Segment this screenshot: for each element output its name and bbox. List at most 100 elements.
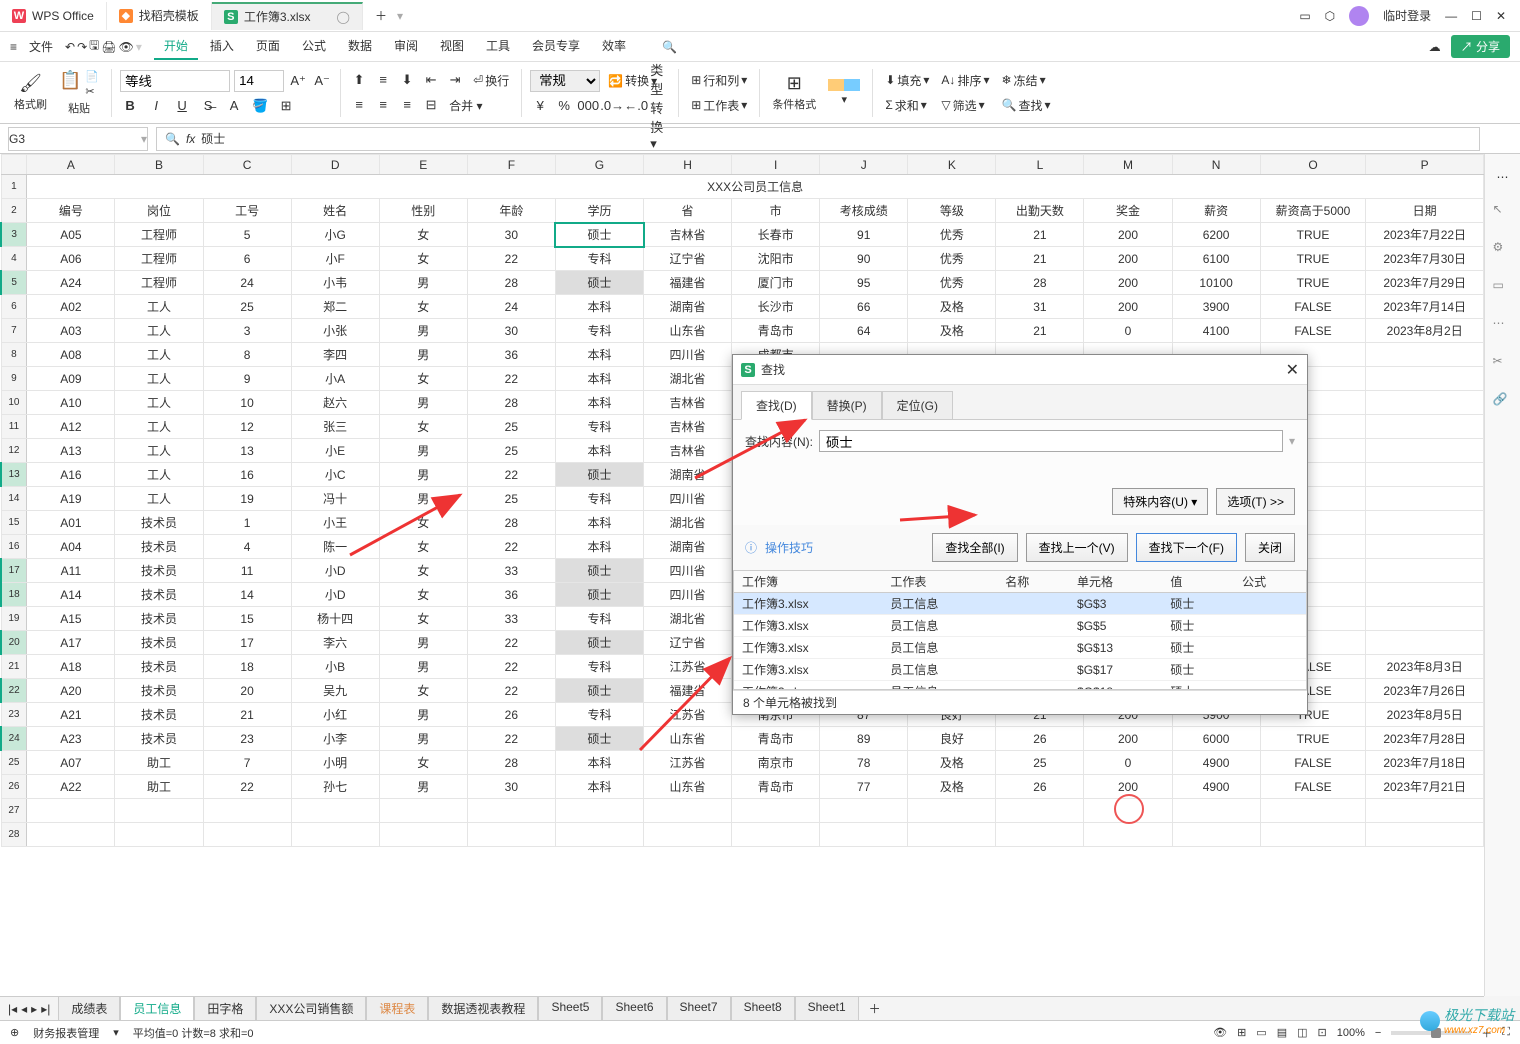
cell[interactable]: 9 (203, 367, 291, 391)
cell[interactable]: 赵六 (291, 391, 379, 415)
increase-font-icon[interactable]: A⁺ (288, 71, 308, 91)
cell[interactable]: 技术员 (115, 583, 203, 607)
cell[interactable]: 四川省 (644, 583, 732, 607)
cell[interactable]: 小F (291, 247, 379, 271)
cell[interactable]: 及格 (908, 295, 996, 319)
cell[interactable]: 小B (291, 655, 379, 679)
cell[interactable]: 本科 (555, 367, 643, 391)
cell[interactable]: 男 (379, 487, 467, 511)
dec-dec[interactable]: ←.0 (626, 96, 646, 116)
save-icon[interactable]: 🖫 (89, 36, 99, 57)
menu-审阅[interactable]: 审阅 (384, 33, 428, 60)
cell[interactable]: 工人 (115, 463, 203, 487)
cell[interactable]: 辽宁省 (644, 247, 732, 271)
cell[interactable]: 本科 (555, 751, 643, 775)
sheet-tab-课程表[interactable]: 课程表 (366, 996, 428, 1021)
cell[interactable]: A10 (27, 391, 115, 415)
cell[interactable]: 小王 (291, 511, 379, 535)
cell[interactable]: 男 (379, 271, 467, 295)
cursor-icon[interactable]: ↖ (1493, 202, 1513, 222)
cell[interactable]: 优秀 (908, 223, 996, 247)
cell[interactable]: 5 (203, 223, 291, 247)
row-header[interactable]: 9 (1, 367, 27, 391)
sheet-tab-Sheet1[interactable]: Sheet1 (795, 996, 859, 1021)
percent-icon[interactable]: % (554, 96, 574, 116)
app-tab[interactable]: WWPS Office (0, 2, 107, 30)
cell[interactable]: 及格 (908, 775, 996, 799)
cell[interactable]: 南京市 (732, 751, 820, 775)
cell[interactable]: 江苏省 (644, 751, 732, 775)
result-header[interactable]: 名称 (997, 571, 1069, 593)
cell[interactable]: 95 (820, 271, 908, 295)
decrease-font-icon[interactable]: A⁻ (312, 71, 332, 91)
cell[interactable]: 技术员 (115, 535, 203, 559)
dialog-tab-1[interactable]: 替换(P) (812, 391, 882, 420)
file-tab[interactable]: S工作簿3.xlsx◯ (212, 2, 363, 30)
row-header[interactable]: 13 (1, 463, 27, 487)
freeze-button[interactable]: ❄ 冻结 ▾ (997, 70, 1054, 91)
cell[interactable]: 本科 (555, 391, 643, 415)
cell[interactable]: 工程师 (115, 271, 203, 295)
cell[interactable]: A03 (27, 319, 115, 343)
sheet-tab-Sheet8[interactable]: Sheet8 (731, 996, 795, 1021)
cell[interactable]: 辽宁省 (644, 631, 732, 655)
layout-icon[interactable]: ▭ (1493, 278, 1513, 298)
cell[interactable]: 郑二 (291, 295, 379, 319)
row-header[interactable]: 28 (1, 823, 27, 847)
cell[interactable]: 厦门市 (732, 271, 820, 295)
cell[interactable]: 山东省 (644, 319, 732, 343)
cell[interactable]: 24 (467, 295, 555, 319)
cell[interactable]: 21 (996, 247, 1084, 271)
view-read-icon[interactable]: ◫ (1297, 1026, 1307, 1039)
cell[interactable]: 33 (467, 559, 555, 583)
cell[interactable]: 四川省 (644, 343, 732, 367)
cell[interactable]: 女 (379, 535, 467, 559)
border-button[interactable]: ⊞ (276, 96, 296, 116)
cell[interactable]: 2023年7月22日 (1366, 223, 1484, 247)
cell[interactable]: 女 (379, 223, 467, 247)
row-header[interactable]: 12 (1, 439, 27, 463)
cell[interactable]: 男 (379, 727, 467, 751)
col-header[interactable]: P (1366, 155, 1484, 175)
add-sheet-icon[interactable]: ＋ (859, 1000, 891, 1017)
cell[interactable]: 2023年7月29日 (1366, 271, 1484, 295)
cell[interactable]: 21 (996, 223, 1084, 247)
cell[interactable]: 本科 (555, 535, 643, 559)
filter-button[interactable]: ▽ 筛选 ▾ (937, 95, 993, 116)
cell[interactable]: 及格 (908, 319, 996, 343)
font-select[interactable] (120, 70, 230, 92)
cell[interactable]: 10100 (1172, 271, 1260, 295)
font-size-select[interactable] (234, 70, 284, 92)
row-header[interactable]: 21 (1, 655, 27, 679)
next-sheet-icon[interactable]: ▸ (31, 1002, 37, 1016)
header-cell[interactable]: 姓名 (291, 199, 379, 223)
sort-button[interactable]: A↓ 排序 ▾ (937, 70, 993, 91)
cell[interactable]: 3 (203, 319, 291, 343)
comma-icon[interactable]: 000 (578, 96, 598, 116)
cell[interactable]: 22 (467, 535, 555, 559)
menu-hamburger[interactable]: ≡ (10, 40, 17, 54)
cell[interactable]: 0 (1084, 319, 1172, 343)
header-cell[interactable]: 年龄 (467, 199, 555, 223)
cell[interactable]: 青岛市 (732, 775, 820, 799)
prev-sheet-icon[interactable]: ◂ (21, 1002, 27, 1016)
sheet-tab-员工信息[interactable]: 员工信息 (120, 996, 194, 1021)
cube-icon[interactable]: ⬡ (1325, 9, 1335, 23)
cell[interactable]: 工程师 (115, 247, 203, 271)
cell[interactable] (1366, 535, 1484, 559)
cell[interactable] (27, 823, 115, 847)
result-header[interactable]: 值 (1162, 571, 1234, 593)
cell[interactable]: A11 (27, 559, 115, 583)
result-header[interactable]: 工作簿 (734, 571, 882, 593)
number-format-select[interactable]: 常规 (530, 70, 600, 92)
cell[interactable]: 17 (203, 631, 291, 655)
cell[interactable]: A08 (27, 343, 115, 367)
cell[interactable]: 2023年7月14日 (1366, 295, 1484, 319)
menu-效率[interactable]: 效率 (592, 33, 636, 60)
cell[interactable]: A23 (27, 727, 115, 751)
cell[interactable]: 女 (379, 583, 467, 607)
cell[interactable]: 小A (291, 367, 379, 391)
cell[interactable]: 小韦 (291, 271, 379, 295)
more-icon[interactable]: ⋯ (1493, 316, 1513, 336)
result-header[interactable]: 工作表 (882, 571, 997, 593)
